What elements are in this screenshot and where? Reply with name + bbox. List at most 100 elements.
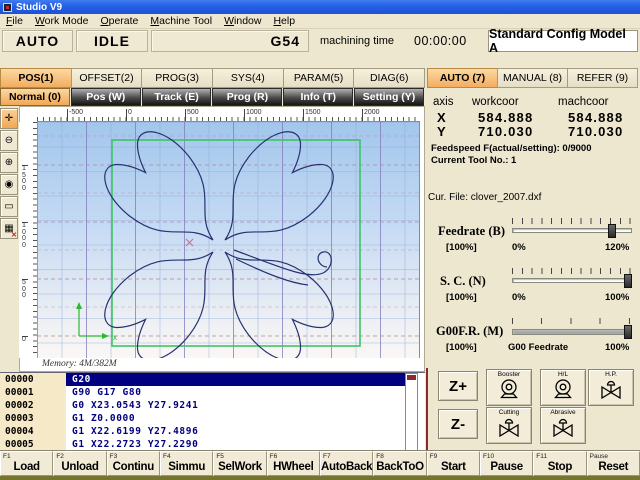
clear-x-mark: ✕ xyxy=(11,231,17,239)
sc-ticks xyxy=(512,268,632,274)
abrasive-button[interactable]: Abrasive xyxy=(540,407,586,444)
booster-button[interactable]: Booster xyxy=(486,369,532,406)
ruler-x-label: 500 xyxy=(185,109,199,121)
x-machcoor-value: 584.888 xyxy=(568,110,623,125)
sc-slider-handle[interactable] xyxy=(624,274,632,288)
line-number: 00003 xyxy=(0,412,66,425)
z-minus-button[interactable]: Z- xyxy=(438,409,478,439)
tab-offset[interactable]: OFFSET(2) xyxy=(71,68,142,88)
g00fr-slider-handle[interactable] xyxy=(624,325,632,339)
ruler-x-label: 0 xyxy=(126,109,132,121)
pump-icon xyxy=(498,378,520,400)
cutting-button[interactable]: Cutting xyxy=(486,407,532,444)
program-row[interactable]: 00003 G1 Z0.0000 xyxy=(0,412,425,425)
subtab-setting[interactable]: Setting (Y) xyxy=(354,88,424,106)
z-plus-button[interactable]: Z+ xyxy=(438,371,478,401)
pan-center-icon[interactable]: ✛ xyxy=(0,108,18,129)
ruler-y-label: 0 xyxy=(22,336,28,344)
menu-operate[interactable]: Operate xyxy=(94,14,144,28)
bottom-strip xyxy=(0,476,640,480)
g00fr-slider[interactable] xyxy=(512,329,632,335)
feedrate-slider[interactable] xyxy=(512,228,632,233)
scrollbar-thumb[interactable] xyxy=(407,375,416,380)
machining-time-label: machining time xyxy=(320,35,394,47)
gcode-indicator: G54 xyxy=(151,30,309,52)
fkey-hwheel[interactable]: F6HWheel xyxy=(267,451,320,476)
subtab-prog[interactable]: Prog (R) xyxy=(212,88,282,106)
hp-button[interactable]: H.P. xyxy=(588,369,634,406)
fkey-autoback[interactable]: F7AutoBack xyxy=(320,451,373,476)
feedrate-min: 0% xyxy=(512,242,526,253)
line-code: G0 X23.0543 Y27.9241 xyxy=(66,399,405,412)
subtab-info[interactable]: Info (T) xyxy=(283,88,353,106)
feedspeed-info: Feedspeed F(actual/setting): 0/9000 xyxy=(431,143,592,154)
fkey-simmu[interactable]: F4Simmu xyxy=(160,451,213,476)
pump-icon xyxy=(552,378,574,400)
program-scrollbar[interactable] xyxy=(405,373,418,451)
valve-icon xyxy=(498,416,520,438)
menu-machine-tool[interactable]: Machine Tool xyxy=(144,14,218,28)
fit-view-icon[interactable]: ▭ xyxy=(0,196,18,217)
fkey-load[interactable]: F1Load xyxy=(0,451,53,476)
fkey-stop[interactable]: F11Stop xyxy=(533,451,586,476)
title-bar: Studio V9 xyxy=(0,0,640,14)
tab-refer[interactable]: REFER (9) xyxy=(567,68,638,88)
program-row[interactable]: 00002 G0 X23.0543 Y27.9241 xyxy=(0,399,425,412)
fkey-selwork[interactable]: F5SelWork xyxy=(213,451,266,476)
y-machcoor-value: 710.030 xyxy=(568,124,623,139)
sc-min: 0% xyxy=(512,292,526,303)
tab-param[interactable]: PARAM(5) xyxy=(283,68,354,88)
fkey-reset[interactable]: PauseReset xyxy=(587,451,640,476)
valve-icon xyxy=(600,378,622,400)
feedrate-slider-handle[interactable] xyxy=(608,224,616,238)
program-list[interactable]: 00000 G20 00001 G90 G17 G80 00002 G0 X23… xyxy=(0,372,425,450)
vertical-ruler: 1500 1000 500 0 xyxy=(19,122,37,358)
ruler-x-label: 2000 xyxy=(362,109,380,121)
line-code: G90 G17 G80 xyxy=(66,386,405,399)
feedrate-current: [100%] xyxy=(446,242,477,253)
menu-file[interactable]: File xyxy=(0,14,29,28)
tab-manual[interactable]: MANUAL (8) xyxy=(497,68,567,88)
clear-track-icon[interactable]: ▦✕ xyxy=(0,218,18,239)
toolpath-canvas[interactable]: x xyxy=(37,122,420,358)
fkey-backtoo[interactable]: F8BackToO xyxy=(373,451,426,476)
coord-header-workcoor: workcoor xyxy=(472,96,519,108)
coord-header-machcoor: machcoor xyxy=(558,96,609,108)
menu-work-mode[interactable]: Work Mode xyxy=(29,14,95,28)
subtab-normal[interactable]: Normal (0) xyxy=(0,88,70,106)
config-model-box: Standard Config Model A xyxy=(488,30,638,52)
x-workcoor-value: 584.888 xyxy=(478,110,533,125)
program-row[interactable]: 00001 G90 G17 G80 xyxy=(0,386,425,399)
app-icon xyxy=(3,3,12,12)
hl-button[interactable]: H/L xyxy=(540,369,586,406)
tab-pos[interactable]: POS(1) xyxy=(0,68,71,88)
fkey-start[interactable]: F9Start xyxy=(427,451,480,476)
valve-icon xyxy=(552,416,574,438)
fkey-unload[interactable]: F2Unload xyxy=(53,451,106,476)
tab-sys[interactable]: SYS(4) xyxy=(212,68,283,88)
hl-label: H/L xyxy=(558,371,568,378)
tab-diag[interactable]: DIAG(6) xyxy=(353,68,425,88)
zoom-in-icon[interactable]: ⊕ xyxy=(0,152,18,173)
menu-window[interactable]: Window xyxy=(218,14,267,28)
tab-prog[interactable]: PROG(3) xyxy=(141,68,212,88)
workpiece-boundary xyxy=(112,140,360,346)
g00fr-slider-label: G00F.R. (M) xyxy=(436,324,503,339)
zoom-out-icon[interactable]: ⊖ xyxy=(0,130,18,151)
fkey-continu[interactable]: F3Continu xyxy=(107,451,160,476)
fkey-pause[interactable]: F10Pause xyxy=(480,451,533,476)
tab-auto[interactable]: AUTO (7) xyxy=(427,68,497,88)
locate-icon[interactable]: ◉ xyxy=(0,174,18,195)
position-marker xyxy=(186,239,193,246)
sc-slider[interactable] xyxy=(512,278,632,283)
menu-help[interactable]: Help xyxy=(267,14,301,28)
program-row[interactable]: 00000 G20 xyxy=(0,373,425,386)
subtab-track[interactable]: Track (E) xyxy=(142,88,212,106)
line-number: 00001 xyxy=(0,386,66,399)
line-code: G1 X22.6199 Y27.4896 xyxy=(66,425,405,438)
ruler-x-label: 1000 xyxy=(244,109,262,121)
program-row[interactable]: 00004 G1 X22.6199 Y27.4896 xyxy=(0,425,425,438)
g00fr-current: [100%] xyxy=(446,342,477,353)
main-tab-row: POS(1) OFFSET(2) PROG(3) SYS(4) PARAM(5)… xyxy=(0,68,425,88)
subtab-pos[interactable]: Pos (W) xyxy=(71,88,141,106)
